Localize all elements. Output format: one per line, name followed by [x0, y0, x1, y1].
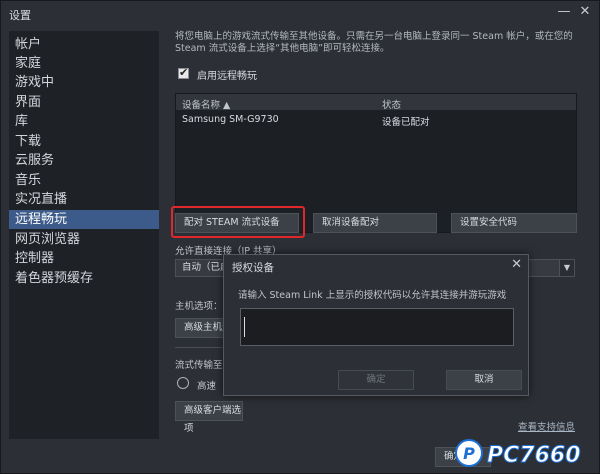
window-title: 设置	[9, 9, 31, 22]
settings-window: 设置 — ✕ 帐户 家庭 游戏中 界面 库 下载 云服务 音乐 实况直播 远程畅…	[0, 0, 600, 474]
sidebar-item-music[interactable]: 音乐	[9, 171, 159, 190]
sidebar-item-controller[interactable]: 控制器	[9, 249, 159, 268]
title-bar[interactable]: 设置 — ✕	[1, 1, 600, 27]
auth-code-input[interactable]	[240, 308, 514, 346]
checkmark-icon: ✔	[179, 66, 189, 79]
sidebar-item-remote-play[interactable]: 远程畅玩	[9, 210, 159, 229]
close-button[interactable]: ✕	[575, 3, 595, 21]
sidebar-item-cloud[interactable]: 云服务	[9, 151, 159, 170]
column-header-device-name[interactable]: 设备名称 ▲	[182, 97, 230, 111]
set-security-code-button[interactable]: 设置安全代码	[451, 213, 577, 233]
device-name-cell: Samsung SM-G9730	[182, 114, 279, 125]
sidebar: 帐户 家庭 游戏中 界面 库 下载 云服务 音乐 实况直播 远程畅玩 网页浏览器…	[9, 31, 159, 439]
advanced-client-options-button[interactable]: 高级客户端选项	[175, 401, 243, 434]
site-watermark-logo: P PC7660	[453, 435, 595, 471]
text-caret	[244, 317, 245, 337]
enable-remote-play-checkbox[interactable]: ✔	[178, 66, 189, 79]
support-info-link[interactable]: 查看支持信息	[518, 419, 575, 433]
sidebar-item-broadcasting[interactable]: 实况直播	[9, 190, 159, 209]
remote-play-description: 将您电脑上的游戏流式传输至其他设备。只需在另一台电脑上登录同一 Steam 帐户…	[175, 31, 573, 54]
dialog-title: 授权设备	[232, 262, 274, 274]
sidebar-item-shader-cache[interactable]: 着色器预缓存	[9, 269, 159, 288]
sidebar-item-family[interactable]: 家庭	[9, 54, 159, 73]
confirm-button[interactable]: 确定	[338, 370, 414, 390]
close-icon[interactable]: ✕	[511, 257, 522, 272]
svg-text:P: P	[463, 444, 475, 463]
watermark-text: PC7660	[487, 443, 581, 468]
cancel-button[interactable]: 取消	[446, 370, 522, 390]
sidebar-item-interface[interactable]: 界面	[9, 93, 159, 112]
sidebar-item-in-game[interactable]: 游戏中	[9, 73, 159, 92]
section-divider	[175, 347, 225, 348]
unpair-device-button[interactable]: 取消设备配对	[313, 213, 437, 233]
sidebar-item-account[interactable]: 帐户	[9, 35, 159, 54]
host-options-label: 主机选项：	[175, 301, 223, 312]
sidebar-item-library[interactable]: 库	[9, 112, 159, 131]
authorize-device-dialog: 授权设备 ✕ 请输入 Steam Link 上显示的授权代码以允许其连接并游玩游…	[223, 254, 529, 396]
fast-radio-label[interactable]: 高速	[197, 378, 216, 392]
streaming-client-label: 流式传输至	[175, 360, 223, 371]
fast-radio[interactable]	[177, 377, 189, 389]
device-table-header: 设备名称 ▲ 状态	[176, 94, 576, 111]
minimize-button[interactable]: —	[554, 3, 574, 21]
sidebar-item-web-browser[interactable]: 网页浏览器	[9, 230, 159, 249]
dialog-message: 请输入 Steam Link 上显示的授权代码以允许其连接并游玩游戏	[238, 290, 507, 301]
enable-remote-play-label[interactable]: 启用远程畅玩	[197, 67, 257, 82]
sidebar-item-downloads[interactable]: 下载	[9, 132, 159, 151]
watermark-logo-icon: P PC7660	[455, 439, 581, 469]
column-header-status[interactable]: 状态	[382, 97, 401, 111]
pair-button-highlight	[171, 206, 305, 238]
remote-play-panel: 将您电脑上的游戏流式传输至其他设备。只需在另一台电脑上登录同一 Steam 帐户…	[165, 31, 595, 471]
chevron-down-icon[interactable]: ▼	[559, 259, 575, 277]
device-status-cell: 设备已配对	[382, 117, 430, 128]
